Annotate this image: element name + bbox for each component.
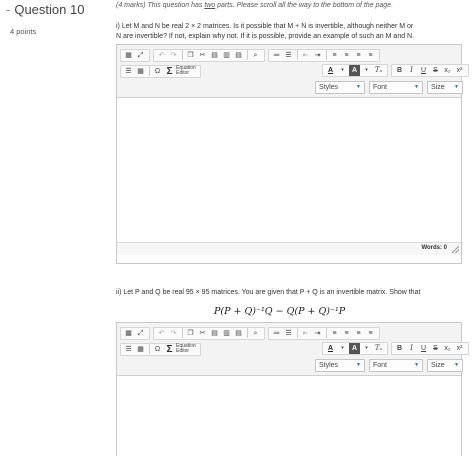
horizontal-rule-icon[interactable]: ☰ bbox=[123, 344, 134, 355]
clear-format-icon[interactable]: Tₓ bbox=[373, 65, 384, 76]
question-points: 4 points bbox=[10, 27, 37, 36]
paste-text-icon[interactable]: ▥ bbox=[221, 50, 232, 61]
question-intro: (4 marks) This question has two parts. P… bbox=[116, 2, 394, 9]
bg-color-icon[interactable]: A bbox=[349, 65, 360, 76]
font-dropdown[interactable]: Font ▼ bbox=[369, 359, 423, 372]
redo-icon[interactable]: ↷ bbox=[168, 50, 179, 61]
superscript-icon[interactable]: x² bbox=[454, 65, 465, 76]
source-icon[interactable]: ▦ bbox=[123, 328, 134, 339]
outdent-icon[interactable]: ⇤ bbox=[300, 328, 311, 339]
copy-icon[interactable]: ❐ bbox=[185, 328, 196, 339]
chevron-down-icon: ▼ bbox=[414, 84, 419, 90]
find-icon[interactable]: ⌕ bbox=[250, 328, 261, 339]
font-dropdown[interactable]: Font ▼ bbox=[369, 81, 423, 94]
word-count: Words: 0 bbox=[421, 245, 447, 251]
align-right-icon[interactable]: ≡ bbox=[353, 50, 364, 61]
superscript-icon[interactable]: x² bbox=[454, 343, 465, 354]
justify-icon[interactable]: ≡ bbox=[365, 50, 376, 61]
paste-icon[interactable]: ▤ bbox=[209, 50, 220, 61]
text-color-icon[interactable]: A bbox=[325, 343, 336, 354]
align-left-icon[interactable]: ≡ bbox=[329, 50, 340, 61]
text-color-arrow-icon[interactable]: ▾ bbox=[337, 343, 348, 354]
equation-editor-button[interactable]: Equation Editor bbox=[176, 66, 198, 76]
numbered-list-icon[interactable]: ≔ bbox=[271, 50, 282, 61]
question-title: Question 10 bbox=[14, 2, 85, 17]
collapse-toggle[interactable]: - bbox=[6, 2, 10, 17]
question-header: - Question 10 bbox=[6, 2, 84, 17]
chevron-down-icon: ▼ bbox=[454, 362, 459, 368]
subscript-icon[interactable]: x₂ bbox=[442, 343, 453, 354]
resize-grip-icon[interactable] bbox=[452, 246, 459, 253]
table-icon[interactable]: ▦ bbox=[135, 66, 146, 77]
indent-icon[interactable]: ⇥ bbox=[312, 50, 323, 61]
editor-status-bar: Words: 0 bbox=[117, 242, 461, 255]
maximize-icon[interactable]: ⤢ bbox=[135, 50, 146, 61]
numbered-list-icon[interactable]: ≔ bbox=[271, 328, 282, 339]
answer-editor-1: ▦ ⤢ ↶ ↷ ❐ ✂ ▤ ▥ ▤ ⌕ ≔ ☰ ⇤ ⇥ ≡ ≡ ≡ ≡ ☰ ▦ Ω Σ Equation Editor … bbox=[116, 44, 469, 264]
chevron-down-icon: ▼ bbox=[454, 84, 459, 90]
italic-icon[interactable]: I bbox=[406, 343, 417, 354]
undo-icon[interactable]: ↶ bbox=[156, 50, 167, 61]
indent-icon[interactable]: ⇥ bbox=[312, 328, 323, 339]
bg-color-arrow-icon[interactable]: ▾ bbox=[361, 65, 372, 76]
source-icon[interactable]: ▦ bbox=[123, 50, 134, 61]
find-icon[interactable]: ⌕ bbox=[250, 50, 261, 61]
paste-icon[interactable]: ▤ bbox=[209, 328, 220, 339]
bulleted-list-icon[interactable]: ☰ bbox=[283, 50, 294, 61]
chevron-down-icon: ▼ bbox=[356, 362, 361, 368]
editor-toolbar: ▦ ⤢ ↶ ↷ ❐ ✂ ▤ ▥ ▤ ⌕ ≔ ☰ ⇤ ⇥ ≡ ≡ ≡ ≡ ☰ ▦ Ω Σ Equation Editor … bbox=[117, 323, 469, 376]
part2-formula: P(P + Q)⁻¹Q − Q(P + Q)⁻¹P bbox=[214, 306, 346, 317]
equation-editor-icon[interactable]: Σ bbox=[164, 66, 175, 77]
align-center-icon[interactable]: ≡ bbox=[341, 328, 352, 339]
italic-icon[interactable]: I bbox=[406, 65, 417, 76]
special-char-icon[interactable]: Ω bbox=[152, 66, 163, 77]
undo-icon[interactable]: ↶ bbox=[156, 328, 167, 339]
text-color-arrow-icon[interactable]: ▾ bbox=[337, 65, 348, 76]
maximize-icon[interactable]: ⤢ bbox=[135, 328, 146, 339]
justify-icon[interactable]: ≡ bbox=[365, 328, 376, 339]
align-right-icon[interactable]: ≡ bbox=[353, 328, 364, 339]
editor-content-area[interactable] bbox=[117, 376, 461, 456]
equation-editor-button[interactable]: Equation Editor bbox=[176, 344, 198, 354]
redo-icon[interactable]: ↷ bbox=[168, 328, 179, 339]
bold-icon[interactable]: B bbox=[394, 65, 405, 76]
bold-icon[interactable]: B bbox=[394, 343, 405, 354]
part1-line1: i) Let M and N be real 2 × 2 matrices. I… bbox=[116, 23, 414, 30]
part1-text: i) Let M and N be real 2 × 2 matrices. I… bbox=[116, 22, 456, 42]
styles-dropdown[interactable]: Styles ▼ bbox=[315, 359, 365, 372]
cut-icon[interactable]: ✂ bbox=[197, 328, 208, 339]
text-color-icon[interactable]: A bbox=[325, 65, 336, 76]
strikethrough-icon[interactable]: S bbox=[430, 65, 441, 76]
answer-editor-2: ▦ ⤢ ↶ ↷ ❐ ✂ ▤ ▥ ▤ ⌕ ≔ ☰ ⇤ ⇥ ≡ ≡ ≡ ≡ ☰ ▦ Ω Σ Equation Editor … bbox=[116, 322, 469, 456]
align-center-icon[interactable]: ≡ bbox=[341, 50, 352, 61]
copy-icon[interactable]: ❐ bbox=[185, 50, 196, 61]
chevron-down-icon: ▼ bbox=[356, 84, 361, 90]
part1-line2: N are invertible? If not, explain why no… bbox=[116, 33, 415, 40]
cut-icon[interactable]: ✂ bbox=[197, 50, 208, 61]
special-char-icon[interactable]: Ω bbox=[152, 344, 163, 355]
bg-color-arrow-icon[interactable]: ▾ bbox=[361, 343, 372, 354]
equation-editor-icon[interactable]: Σ bbox=[164, 344, 175, 355]
paste-text-icon[interactable]: ▥ bbox=[221, 328, 232, 339]
styles-dropdown[interactable]: Styles ▼ bbox=[315, 81, 365, 94]
strikethrough-icon[interactable]: S bbox=[430, 343, 441, 354]
bg-color-icon[interactable]: A bbox=[349, 343, 360, 354]
editor-content-area[interactable] bbox=[117, 98, 461, 242]
paste-word-icon[interactable]: ▤ bbox=[233, 328, 244, 339]
underline-icon[interactable]: U bbox=[418, 65, 429, 76]
clear-format-icon[interactable]: Tₓ bbox=[373, 343, 384, 354]
underline-icon[interactable]: U bbox=[418, 343, 429, 354]
table-icon[interactable]: ▦ bbox=[135, 344, 146, 355]
editor-toolbar: ▦ ⤢ ↶ ↷ ❐ ✂ ▤ ▥ ▤ ⌕ ≔ ☰ ⇤ ⇥ ≡ ≡ ≡ ≡ ☰ ▦ Ω Σ Equation Editor … bbox=[117, 45, 469, 98]
bulleted-list-icon[interactable]: ☰ bbox=[283, 328, 294, 339]
part2-text: ii) Let P and Q be real 95 × 95 matrices… bbox=[116, 289, 421, 296]
size-dropdown[interactable]: Size ▼ bbox=[427, 359, 463, 372]
size-dropdown[interactable]: Size ▼ bbox=[427, 81, 463, 94]
outdent-icon[interactable]: ⇤ bbox=[300, 50, 311, 61]
chevron-down-icon: ▼ bbox=[414, 362, 419, 368]
horizontal-rule-icon[interactable]: ☰ bbox=[123, 66, 134, 77]
align-left-icon[interactable]: ≡ bbox=[329, 328, 340, 339]
paste-word-icon[interactable]: ▤ bbox=[233, 50, 244, 61]
subscript-icon[interactable]: x₂ bbox=[442, 65, 453, 76]
